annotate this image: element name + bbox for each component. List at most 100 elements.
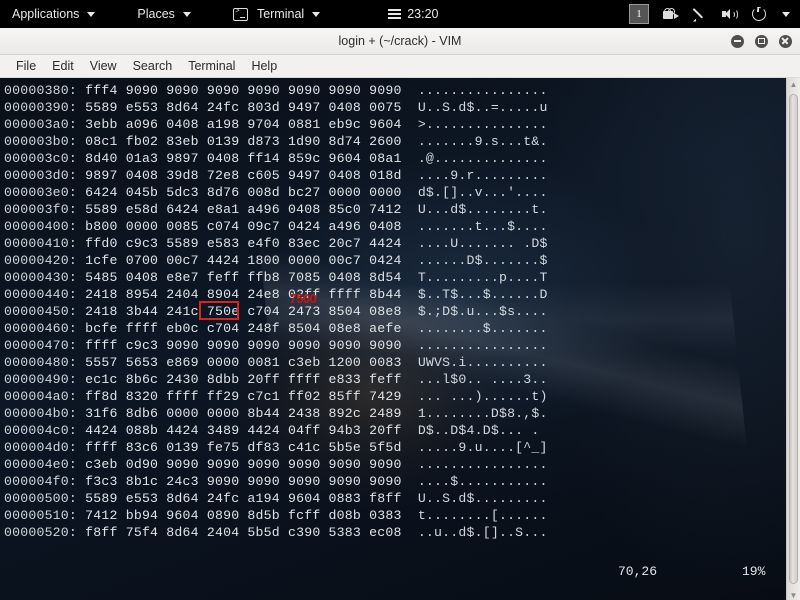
panel-clock[interactable]: 23:20 <box>388 7 438 21</box>
pen-icon[interactable] <box>693 7 708 22</box>
hexdump-row: 000004d0: ffff 83c6 0139 fe75 df83 c41c … <box>4 439 800 456</box>
hexdump-ascii: $..T$...$......D <box>401 287 548 302</box>
hexdump-row: 00000450: 2418 3b44 241c 750e c704 2473 … <box>4 303 800 320</box>
hexdump-ascii: .......9.s...t&. <box>401 134 548 149</box>
hexdump-ascii: ... ...)......t) <box>401 389 548 404</box>
chevron-up-icon[interactable]: ▲ <box>787 78 800 91</box>
hexdump-row: 00000380: fff4 9090 9090 9090 9090 9090 … <box>4 82 800 99</box>
scroll-percent: 19% <box>742 563 766 579</box>
desktop-root: Applications Places Terminal 23:20 1 <box>0 0 800 600</box>
hexdump-row: 000004c0: 4424 088b 4424 3489 4424 04ff … <box>4 422 800 439</box>
panel-menu-applications[interactable]: Applications <box>0 0 105 28</box>
camera-icon[interactable] <box>663 8 679 20</box>
hexdump-bytes: 5589 e553 8d64 24fc 803d 9497 0408 0075 <box>77 100 402 115</box>
hexdump-ascii: D$..D$4.D$... . <box>401 423 540 438</box>
hexdump-ascii: ..u..d$.[]..S... <box>401 525 548 540</box>
panel-menu-places[interactable]: Places <box>127 0 201 28</box>
hexdump-row: 00000430: 5485 0408 e8e7 feff ffb8 7085 … <box>4 269 800 286</box>
hexdump-row: 00000400: b800 0000 0085 c074 09c7 0424 … <box>4 218 800 235</box>
menu-item-view[interactable]: View <box>82 57 125 75</box>
minimize-icon[interactable] <box>731 34 744 48</box>
hexdump-offset: 00000400: <box>4 219 78 234</box>
menu-item-help[interactable]: Help <box>243 57 285 75</box>
hexdump-bytes: 4424 088b 4424 3489 4424 04ff 94b3 20ff <box>77 423 402 438</box>
hexdump-offset: 00000380: <box>4 83 78 98</box>
hexdump-ascii: T.........p....T <box>401 270 548 285</box>
hexdump-ascii: .@.............. <box>401 151 548 166</box>
hexdump-bytes: bcfe ffff eb0c c704 248f 8504 08e8 aefe <box>77 321 402 336</box>
hexdump-row: 000004f0: f3c3 8b1c 24c3 9090 9090 9090 … <box>4 473 800 490</box>
hexdump-row: 00000420: 1cfe 0700 00c7 4424 1800 0000 … <box>4 252 800 269</box>
hexdump-row: 00000510: 7412 bb94 9604 0890 8d5b fcff … <box>4 507 800 524</box>
hexdump-bytes: 5589 e58d 6424 e8a1 a496 0408 85c0 7412 <box>77 202 402 217</box>
hexdump-ascii: ......D$.......$ <box>401 253 548 268</box>
cursor-position: 70,26 <box>618 563 658 579</box>
hamburger-icon <box>388 9 402 19</box>
hexdump-offset: 00000440: <box>4 287 78 302</box>
hexdump-ascii: U...d$........t. <box>401 202 548 217</box>
scrollbar-thumb[interactable] <box>789 94 798 584</box>
hexdump-ascii: ................ <box>401 83 548 98</box>
hexdump-offset: 00000500: <box>4 491 78 506</box>
volume-icon[interactable] <box>722 8 738 21</box>
workspace-switcher[interactable]: 1 <box>629 4 649 24</box>
close-icon[interactable] <box>779 34 792 48</box>
power-icon[interactable] <box>752 7 766 21</box>
window-menubar: File Edit View Search Terminal Help <box>0 55 800 78</box>
hexdump-offset: 000003e0: <box>4 185 78 200</box>
hexdump-row: 000003e0: 6424 045b 5dc3 8d76 008d bc27 … <box>4 184 800 201</box>
hexdump-bytes: 5557 5653 e869 0000 0081 c3eb 1200 0083 <box>77 355 402 370</box>
hexdump-ascii: ................ <box>401 338 548 353</box>
hexdump-offset: 00000410: <box>4 236 78 251</box>
hexdump-ascii: ........$....... <box>401 321 548 336</box>
hexdump-bytes: 5589 e553 8d64 24fc a194 9604 0883 f8ff <box>77 491 402 506</box>
vim-status-line: 70,26 19% <box>0 562 800 580</box>
chevron-down-icon <box>312 11 321 17</box>
hexdump-ascii: $.;D$.u...$s.... <box>401 304 548 319</box>
menu-item-file[interactable]: File <box>8 57 44 75</box>
menu-item-search[interactable]: Search <box>125 57 181 75</box>
hexdump-offset: 00000480: <box>4 355 78 370</box>
terminal-icon <box>232 7 248 21</box>
hexdump-row: 00000440: 2418 8954 2404 8904 24e8 02ff … <box>4 286 800 303</box>
hexdump-row: 00000500: 5589 e553 8d64 24fc a194 9604 … <box>4 490 800 507</box>
menu-item-edit[interactable]: Edit <box>44 57 82 75</box>
panel-menu-applications-label: Applications <box>12 7 80 21</box>
hexdump-row: 000004e0: c3eb 0d90 9090 9090 9090 9090 … <box>4 456 800 473</box>
hexdump-offset: 000004e0: <box>4 457 78 472</box>
hexdump-content: 00000380: fff4 9090 9090 9090 9090 9090 … <box>0 78 800 541</box>
hexdump-bytes: ec1c 8b6c 2430 8dbb 20ff ffff e833 feff <box>77 372 402 387</box>
hexdump-ascii: ....$........... <box>401 474 548 489</box>
hexdump-ascii: ...l$0.. ....3.. <box>401 372 548 387</box>
maximize-icon[interactable] <box>755 34 768 48</box>
hexdump-bytes: ffff c9c3 9090 9090 9090 9090 9090 9090 <box>77 338 402 353</box>
hexdump-row: 00000390: 5589 e553 8d64 24fc 803d 9497 … <box>4 99 800 116</box>
hexdump-offset: 000004b0: <box>4 406 78 421</box>
hexdump-bytes: 2418 3b44 241c 750e c704 2473 8504 08e8 <box>77 304 402 319</box>
hexdump-offset: 000003f0: <box>4 202 78 217</box>
hexdump-ascii: U..S.d$..=.....u <box>401 100 548 115</box>
hexdump-bytes: 9897 0408 39d8 72e8 c605 9497 0408 018d <box>77 168 402 183</box>
hexdump-offset: 000003b0: <box>4 134 78 149</box>
hexdump-ascii: ....9.r......... <box>401 168 548 183</box>
hexdump-row: 00000460: bcfe ffff eb0c c704 248f 8504 … <box>4 320 800 337</box>
hexdump-bytes: 6424 045b 5dc3 8d76 008d bc27 0000 0000 <box>77 185 402 200</box>
vertical-scrollbar[interactable]: ▲ ▼ <box>786 78 800 600</box>
hexdump-bytes: 8d40 01a3 9897 0408 ff14 859c 9604 08a1 <box>77 151 402 166</box>
window-titlebar[interactable]: login + (~/crack) - VIM <box>0 28 800 55</box>
hexdump-offset: 00000510: <box>4 508 78 523</box>
hexdump-offset: 000003a0: <box>4 117 78 132</box>
terminal-viewport[interactable]: 00000380: fff4 9090 9090 9090 9090 9090 … <box>0 78 800 600</box>
hexdump-bytes: fff4 9090 9090 9090 9090 9090 9090 9090 <box>77 83 402 98</box>
hexdump-row: 00000490: ec1c 8b6c 2430 8dbb 20ff ffff … <box>4 371 800 388</box>
chevron-down-icon[interactable]: ▼ <box>787 589 800 600</box>
hexdump-offset: 000004f0: <box>4 474 78 489</box>
chevron-down-icon[interactable] <box>782 11 790 17</box>
panel-menu-terminal[interactable]: Terminal <box>223 0 330 28</box>
chevron-down-icon <box>87 11 96 17</box>
hexdump-row: 000003b0: 08c1 fb02 83eb 0139 d873 1d90 … <box>4 133 800 150</box>
hexdump-ascii: d$.[]..v...'.... <box>401 185 548 200</box>
hexdump-bytes: b800 0000 0085 c074 09c7 0424 a496 0408 <box>77 219 402 234</box>
hexdump-bytes: ff8d 8320 ffff ff29 c7c1 ff02 85ff 7429 <box>77 389 402 404</box>
menu-item-terminal[interactable]: Terminal <box>180 57 243 75</box>
